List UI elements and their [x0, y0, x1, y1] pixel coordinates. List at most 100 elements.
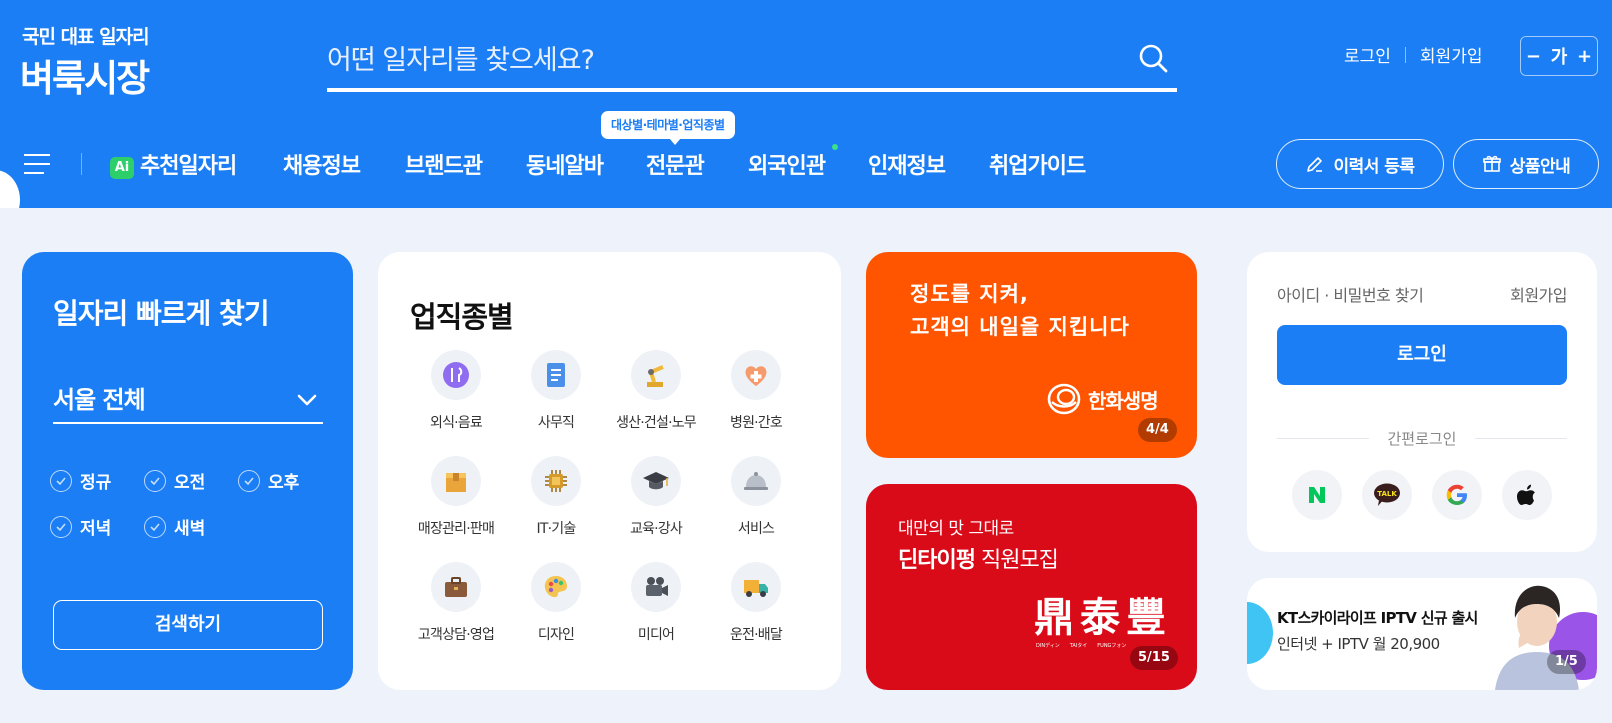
banner-headline-rest: 직원모집	[974, 548, 1059, 573]
category-label: 서비스	[737, 521, 775, 537]
region-select[interactable]: 서울 전체	[53, 380, 323, 424]
category-sales[interactable]: 고객상담·영업	[406, 562, 506, 644]
divider	[81, 153, 82, 175]
category-service[interactable]: 서비스	[706, 456, 806, 538]
nav-item-jobs[interactable]: 채용정보	[283, 148, 361, 180]
google-login-button[interactable]	[1432, 470, 1482, 520]
font-increase-button[interactable]: +	[1577, 46, 1592, 67]
option-evening-checkbox[interactable]: 저녁	[50, 514, 111, 539]
category-delivery[interactable]: 운전·배달	[706, 562, 806, 644]
find-account-link[interactable]: 아이디 · 비밀번호 찾기	[1277, 282, 1424, 306]
font-size-label: 가	[1550, 47, 1568, 68]
quick-search-button[interactable]: 검색하기	[53, 600, 323, 650]
ad-subtitle: 인터넷 + IPTV 월 20,900	[1277, 635, 1440, 653]
category-office[interactable]: 사무직	[506, 350, 606, 432]
ad-decoration	[1247, 602, 1273, 664]
banner-headline: 딘타이펑 직원모집	[898, 542, 1059, 574]
category-label: 외식·음료	[430, 415, 483, 431]
search-bar	[327, 30, 1177, 92]
option-morning-checkbox[interactable]: 오전	[144, 468, 205, 493]
banner-pager: 4/4	[1138, 418, 1177, 442]
job-category-title: 업직종별	[410, 300, 514, 334]
kakao-icon: TALK	[1374, 483, 1400, 506]
category-label: 병원·간호	[730, 415, 783, 431]
product-info-label: 상품안내	[1509, 156, 1571, 177]
option-dawn-checkbox[interactable]: 새벽	[144, 514, 205, 539]
nav-item-foreigner[interactable]: 외국인관	[748, 148, 826, 180]
category-food[interactable]: 외식·음료	[406, 350, 506, 432]
robot-arm-icon	[631, 350, 681, 400]
apple-login-button[interactable]	[1502, 470, 1552, 520]
font-decrease-button[interactable]: −	[1526, 46, 1541, 67]
palette-icon	[531, 562, 581, 612]
logo-char: 鼎	[1034, 594, 1074, 641]
category-design[interactable]: 디자인	[506, 562, 606, 644]
quick-search-title: 일자리 빠르게 찾기	[53, 297, 270, 330]
category-label: 사무직	[537, 415, 575, 431]
check-icon	[50, 515, 72, 538]
document-icon	[531, 350, 581, 400]
kakao-login-button[interactable]: TALK	[1362, 470, 1412, 520]
ad-model-image	[1495, 585, 1597, 690]
check-icon	[50, 469, 72, 492]
box-icon	[431, 456, 481, 506]
new-indicator-dot	[832, 144, 838, 150]
top-links: 로그인 회원가입	[1344, 42, 1482, 67]
nav-item-specialty[interactable]: 전문관	[646, 148, 705, 180]
option-regular-checkbox[interactable]: 정규	[50, 468, 111, 493]
logo-caption: TAIタイ	[1069, 643, 1088, 649]
ai-badge-icon: Ai	[110, 157, 134, 179]
logo[interactable]: 벼룩시장	[20, 48, 150, 102]
check-icon	[144, 469, 166, 492]
region-value: 서울 전체	[53, 386, 146, 414]
option-label: 새벽	[174, 519, 206, 539]
login-card: 아이디 · 비밀번호 찾기 회원가입 로그인 간편로그인 TALK	[1247, 252, 1597, 552]
banner-sub: 대만의 맛 그대로	[898, 519, 1014, 539]
google-icon	[1446, 484, 1467, 505]
category-construction[interactable]: 생산·건설·노무	[606, 350, 706, 432]
check-icon	[144, 515, 166, 538]
naver-login-button[interactable]	[1292, 470, 1342, 520]
category-store[interactable]: 매장관리·판매	[406, 456, 506, 538]
logo-tagline: 국민 대표 일자리	[22, 26, 150, 48]
nav-item-brands[interactable]: 브랜드관	[405, 148, 483, 180]
signup-link[interactable]: 회원가입	[1420, 42, 1483, 67]
banner-pager: 5/15	[1130, 646, 1178, 670]
nav-item-local[interactable]: 동네알바	[526, 148, 604, 180]
nav-item-guide[interactable]: 취업가이드	[989, 148, 1086, 180]
product-info-button[interactable]: 상품안내	[1453, 139, 1599, 189]
category-hospital[interactable]: 병원·간호	[706, 350, 806, 432]
nav-item-recommended[interactable]: Ai 추천일자리	[110, 148, 237, 180]
header-corner-decoration	[0, 170, 20, 208]
option-label: 오후	[268, 473, 300, 493]
search-input[interactable]	[327, 38, 1107, 82]
ad-title: KT스카이라이프 IPTV 신규 출시	[1277, 609, 1478, 627]
option-label: 오전	[174, 473, 206, 493]
film-camera-icon	[631, 562, 681, 612]
banner-headline: 정도를 지켜, 고객의 내일을 지킵니다	[910, 278, 1130, 344]
brand-name: 한화생명	[1088, 388, 1159, 413]
signup-link[interactable]: 회원가입	[1510, 282, 1567, 306]
resume-register-button[interactable]: 이력서 등록	[1276, 139, 1444, 189]
graduation-cap-icon	[631, 456, 681, 506]
option-afternoon-checkbox[interactable]: 오후	[238, 468, 299, 493]
hamburger-menu-icon[interactable]	[24, 154, 50, 174]
category-it[interactable]: IT·기술	[506, 456, 606, 538]
banner-line: 고객의 내일을 지킵니다	[910, 315, 1130, 339]
divider	[1404, 46, 1406, 63]
truck-icon	[731, 562, 781, 612]
hanwha-banner[interactable]: 정도를 지켜, 고객의 내일을 지킵니다 한화생명 4/4	[866, 252, 1197, 458]
dintaifung-banner[interactable]: 대만의 맛 그대로 딘타이펑 직원모집 鼎 泰 豐 DINディン TAIタイ F…	[866, 484, 1197, 690]
chip-icon	[531, 456, 581, 506]
service-bell-icon	[731, 456, 781, 506]
login-button[interactable]: 로그인	[1277, 325, 1567, 385]
nav-item-label: 추천일자리	[140, 154, 237, 179]
category-media[interactable]: 미디어	[606, 562, 706, 644]
nav-item-talent[interactable]: 인재정보	[868, 148, 946, 180]
chevron-down-icon	[297, 394, 317, 406]
iptv-ad-banner[interactable]: KT스카이라이프 IPTV 신규 출시 인터넷 + IPTV 월 20,900 …	[1247, 578, 1597, 690]
login-link[interactable]: 로그인	[1344, 42, 1391, 67]
search-icon[interactable]	[1137, 42, 1171, 76]
category-education[interactable]: 교육·강사	[606, 456, 706, 538]
pencil-icon	[1307, 157, 1323, 172]
